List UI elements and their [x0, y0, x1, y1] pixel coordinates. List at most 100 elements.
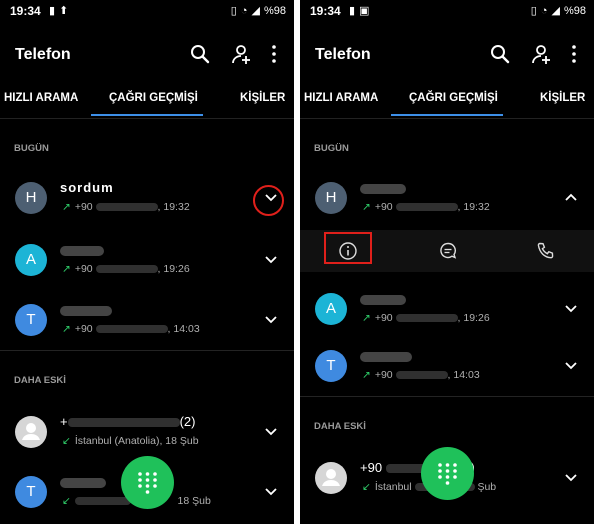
chevron-down-icon[interactable] [564, 470, 578, 484]
call-details: ↗ +90 , 14:03 [362, 369, 480, 381]
redacted-number [67, 418, 180, 428]
chevron-up-icon[interactable] [564, 190, 578, 204]
avatar: T [15, 476, 47, 508]
person-icon [315, 462, 347, 494]
vibrate-icon: ▯ [530, 5, 537, 17]
redacted-number [395, 371, 448, 380]
tab-speed-dial[interactable]: HIZLI ARAMA [4, 92, 78, 104]
dialpad-button[interactable] [121, 456, 174, 509]
avatar: T [15, 304, 47, 336]
battery-percent: %98 [563, 5, 586, 17]
phone-screen-right: 19:34 ▮▣ ▯ ◔ ◢ %98 Telefon HIZLI ARAMA ÇAĞR… [300, 0, 594, 524]
redacted-number [395, 203, 458, 212]
status-right-icons: ▯ ◔ ◢ %98 [227, 4, 286, 17]
call-log-row[interactable]: T ↗ +90 , 14:03 [0, 300, 294, 350]
redacted-text [74, 497, 131, 506]
person-icon [15, 416, 47, 448]
dialpad-icon [438, 463, 457, 485]
phone-screen-left: 19:34 ▮⬆ ▯ ◔ ◢ %98 Telefon HIZLI ARAMA ÇAĞR… [0, 0, 294, 524]
call-log-row[interactable]: + (2) ↙ İstanbul (Anatolia), 18 Şub [0, 412, 294, 462]
call-details: ↙ İstanbul (Anatolia), 18 Şub [62, 435, 199, 447]
avatar: H [15, 182, 47, 214]
sync-icon: ◔ [240, 5, 248, 17]
redacted-number [395, 314, 458, 323]
status-time: 19:34 [310, 4, 341, 18]
add-user-icon[interactable] [229, 42, 253, 66]
call-details: ↗ +90 , 19:32 [362, 201, 490, 213]
call-details: ↗ +90 , 19:26 [62, 263, 190, 275]
divider [0, 350, 294, 351]
redacted-number [95, 265, 158, 274]
status-bar: 19:34 ▮⬆ ▯ ◔ ◢ %98 [0, 0, 294, 22]
search-icon[interactable] [488, 42, 512, 66]
tab-call-history[interactable]: ÇAĞRI GEÇMİŞİ [109, 92, 198, 104]
redacted-number [95, 325, 168, 334]
outgoing-call-icon: ↗ [62, 263, 71, 275]
section-header-older: DAHA ESKİ [314, 421, 366, 432]
app-bar: Telefon [300, 40, 594, 70]
info-icon[interactable] [337, 240, 359, 262]
app-title: Telefon [315, 46, 371, 63]
incoming-call-icon: ↙ [62, 435, 71, 447]
phone-icon[interactable] [535, 240, 557, 262]
highlight-circle [253, 185, 284, 216]
outgoing-call-icon: ↗ [362, 312, 371, 324]
outgoing-call-icon: ↗ [62, 201, 71, 213]
battery-percent: %98 [263, 5, 286, 17]
section-header-older: DAHA ESKİ [14, 375, 66, 386]
call-log-row[interactable]: T ↗ +90 , 14:03 [300, 346, 594, 396]
outgoing-call-icon: ↗ [362, 201, 371, 213]
tab-speed-dial[interactable]: HIZLI ARAMA [304, 92, 378, 104]
chevron-down-icon[interactable] [264, 312, 278, 326]
more-vert-icon[interactable] [262, 42, 286, 66]
app-bar: Telefon [0, 40, 294, 70]
call-details: ↗ +90 , 19:32 [62, 201, 190, 213]
app-title: Telefon [15, 46, 71, 63]
avatar: T [315, 350, 347, 382]
divider [300, 396, 594, 397]
tab-call-history[interactable]: ÇAĞRI GEÇMİŞİ [409, 92, 498, 104]
contact-name [60, 242, 104, 257]
call-log-row[interactable]: A ↗ +90 , 19:26 [0, 240, 294, 290]
chevron-down-icon[interactable] [264, 252, 278, 266]
tab-bar: HIZLI ARAMA ÇAĞRI GEÇMİŞİ KİŞİLER [300, 86, 594, 118]
call-details: ↗ +90 , 19:26 [362, 312, 490, 324]
outgoing-call-icon: ↗ [362, 369, 371, 381]
dialpad-button[interactable] [421, 447, 474, 500]
outgoing-call-icon: ↗ [62, 323, 71, 335]
message-icon[interactable] [437, 240, 459, 262]
call-details: ↗ +90 , 14:03 [62, 323, 200, 335]
contact-name [360, 180, 406, 195]
avatar: A [15, 244, 47, 276]
search-icon[interactable] [188, 42, 212, 66]
contact-name [60, 302, 112, 317]
add-user-icon[interactable] [529, 42, 553, 66]
call-log-row[interactable]: A ↗ +90 , 19:26 [300, 289, 594, 339]
contact-name [60, 474, 106, 489]
status-time: 19:34 [10, 4, 41, 18]
contact-name [360, 291, 406, 306]
call-log-row[interactable]: H ↗ +90 , 19:32 [300, 178, 594, 228]
contact-name: sordum [60, 180, 114, 195]
chevron-down-icon[interactable] [564, 358, 578, 372]
vibrate-icon: ▯ [230, 5, 237, 17]
tab-contacts[interactable]: KİŞİLER [240, 92, 285, 104]
divider [300, 118, 594, 119]
chevron-down-icon[interactable] [264, 424, 278, 438]
status-notification-icons: ▮⬆ [49, 5, 73, 17]
call-log-row[interactable]: H sordum ↗ +90 , 19:32 [0, 178, 294, 228]
call-actions-bar [300, 230, 594, 272]
status-right-icons: ▯ ◔ ◢ %98 [527, 4, 586, 17]
avatar: A [315, 293, 347, 325]
status-notification-icons: ▮▣ [349, 5, 374, 17]
incoming-call-icon: ↙ [62, 495, 71, 507]
tab-indicator [91, 114, 203, 116]
more-vert-icon[interactable] [562, 42, 586, 66]
redacted-number [95, 203, 158, 212]
contact-name [360, 348, 412, 363]
chevron-down-icon[interactable] [564, 301, 578, 315]
tab-contacts[interactable]: KİŞİLER [540, 92, 585, 104]
signal-icon: ◢ [251, 5, 260, 17]
chevron-down-icon[interactable] [264, 484, 278, 498]
incoming-call-icon: ↙ [362, 481, 371, 493]
